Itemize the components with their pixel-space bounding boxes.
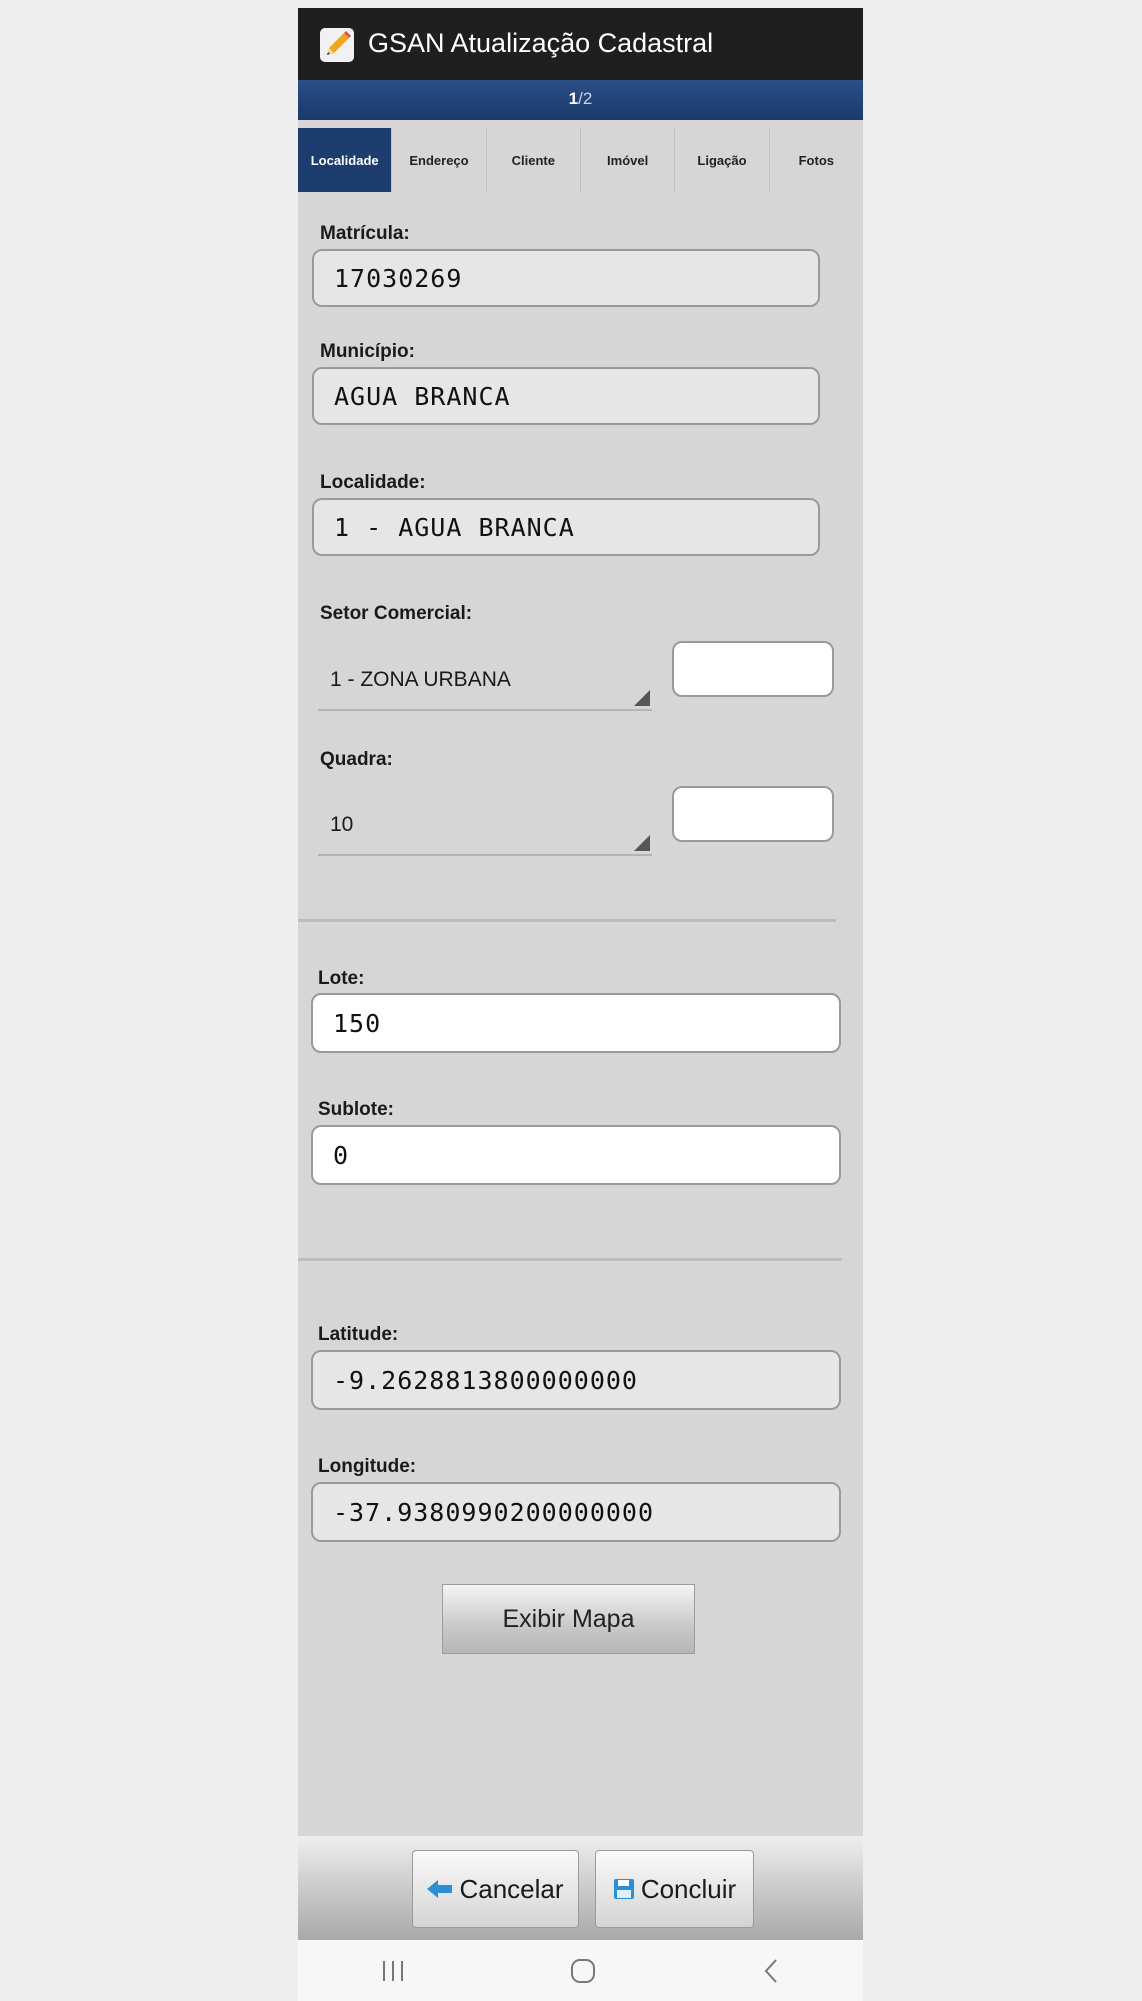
sublote-input[interactable]: 0 (311, 1125, 841, 1185)
quadra-selected: 10 (330, 813, 354, 836)
setor-comercial-selected: 1 - ZONA URBANA (330, 668, 511, 691)
save-icon (613, 1879, 634, 1899)
setor-comercial-input[interactable] (672, 641, 834, 697)
latitude-label: Latitude: (318, 1324, 399, 1345)
cancel-label: Cancelar (459, 1873, 564, 1904)
latitude-field: -9.2628813800000000 (311, 1350, 841, 1410)
tab-ligacao[interactable]: Ligação (675, 128, 770, 192)
matricula-field: 17030269 (312, 249, 820, 307)
quadra-label: Quadra: (320, 749, 393, 770)
tab-endereco[interactable]: Endereço (392, 128, 487, 192)
pencil-icon (320, 28, 354, 62)
page-indicator: 1/2 (298, 80, 863, 120)
tab-localidade[interactable]: Localidade (298, 128, 393, 192)
tab-fotos[interactable]: Fotos (770, 128, 863, 192)
dropdown-arrow-icon (634, 690, 650, 706)
bottom-action-bar: Cancelar Concluir (298, 1836, 863, 1940)
sublote-label: Sublote: (318, 1099, 394, 1120)
cancel-button[interactable]: Cancelar (412, 1850, 579, 1928)
longitude-label: Longitude: (318, 1456, 417, 1477)
setor-comercial-dropdown[interactable]: 1 - ZONA URBANA (318, 651, 652, 711)
longitude-field: -37.9380990200000000 (311, 1482, 841, 1542)
dropdown-arrow-icon (634, 835, 650, 851)
localidade-field: 1 - AGUA BRANCA (312, 498, 820, 556)
home-icon[interactable] (569, 1957, 597, 1985)
lote-input[interactable]: 150 (311, 993, 841, 1053)
finish-button[interactable]: Concluir (595, 1850, 754, 1928)
matricula-label: Matrícula: (320, 223, 410, 244)
municipio-label: Município: (320, 341, 415, 362)
system-nav-bar (298, 1940, 863, 2001)
page-total: /2 (578, 89, 593, 108)
lote-label: Lote: (318, 968, 365, 989)
arrow-left-icon (427, 1880, 453, 1898)
municipio-field: AGUA BRANCA (312, 367, 820, 425)
divider (298, 919, 836, 922)
app-screen: GSAN Atualização Cadastral 1/2 Localidad… (298, 8, 863, 2001)
app-bar: GSAN Atualização Cadastral (298, 8, 863, 80)
tab-imovel[interactable]: Imóvel (581, 128, 676, 192)
page-current: 1 (568, 89, 579, 108)
recent-apps-icon[interactable] (380, 1959, 406, 1983)
app-title: GSAN Atualização Cadastral (368, 28, 714, 58)
tab-bar: Localidade Endereço Cliente Imóvel Ligaç… (298, 128, 863, 192)
show-map-button[interactable]: Exibir Mapa (442, 1584, 695, 1654)
tab-cliente[interactable]: Cliente (487, 128, 581, 192)
quadra-input[interactable] (672, 786, 834, 842)
divider (298, 1258, 842, 1261)
setor-comercial-label: Setor Comercial: (320, 603, 473, 624)
finish-label: Concluir (640, 1873, 737, 1904)
quadra-dropdown[interactable]: 10 (318, 796, 652, 856)
back-icon[interactable] (761, 1957, 781, 1985)
localidade-label: Localidade: (320, 472, 426, 493)
